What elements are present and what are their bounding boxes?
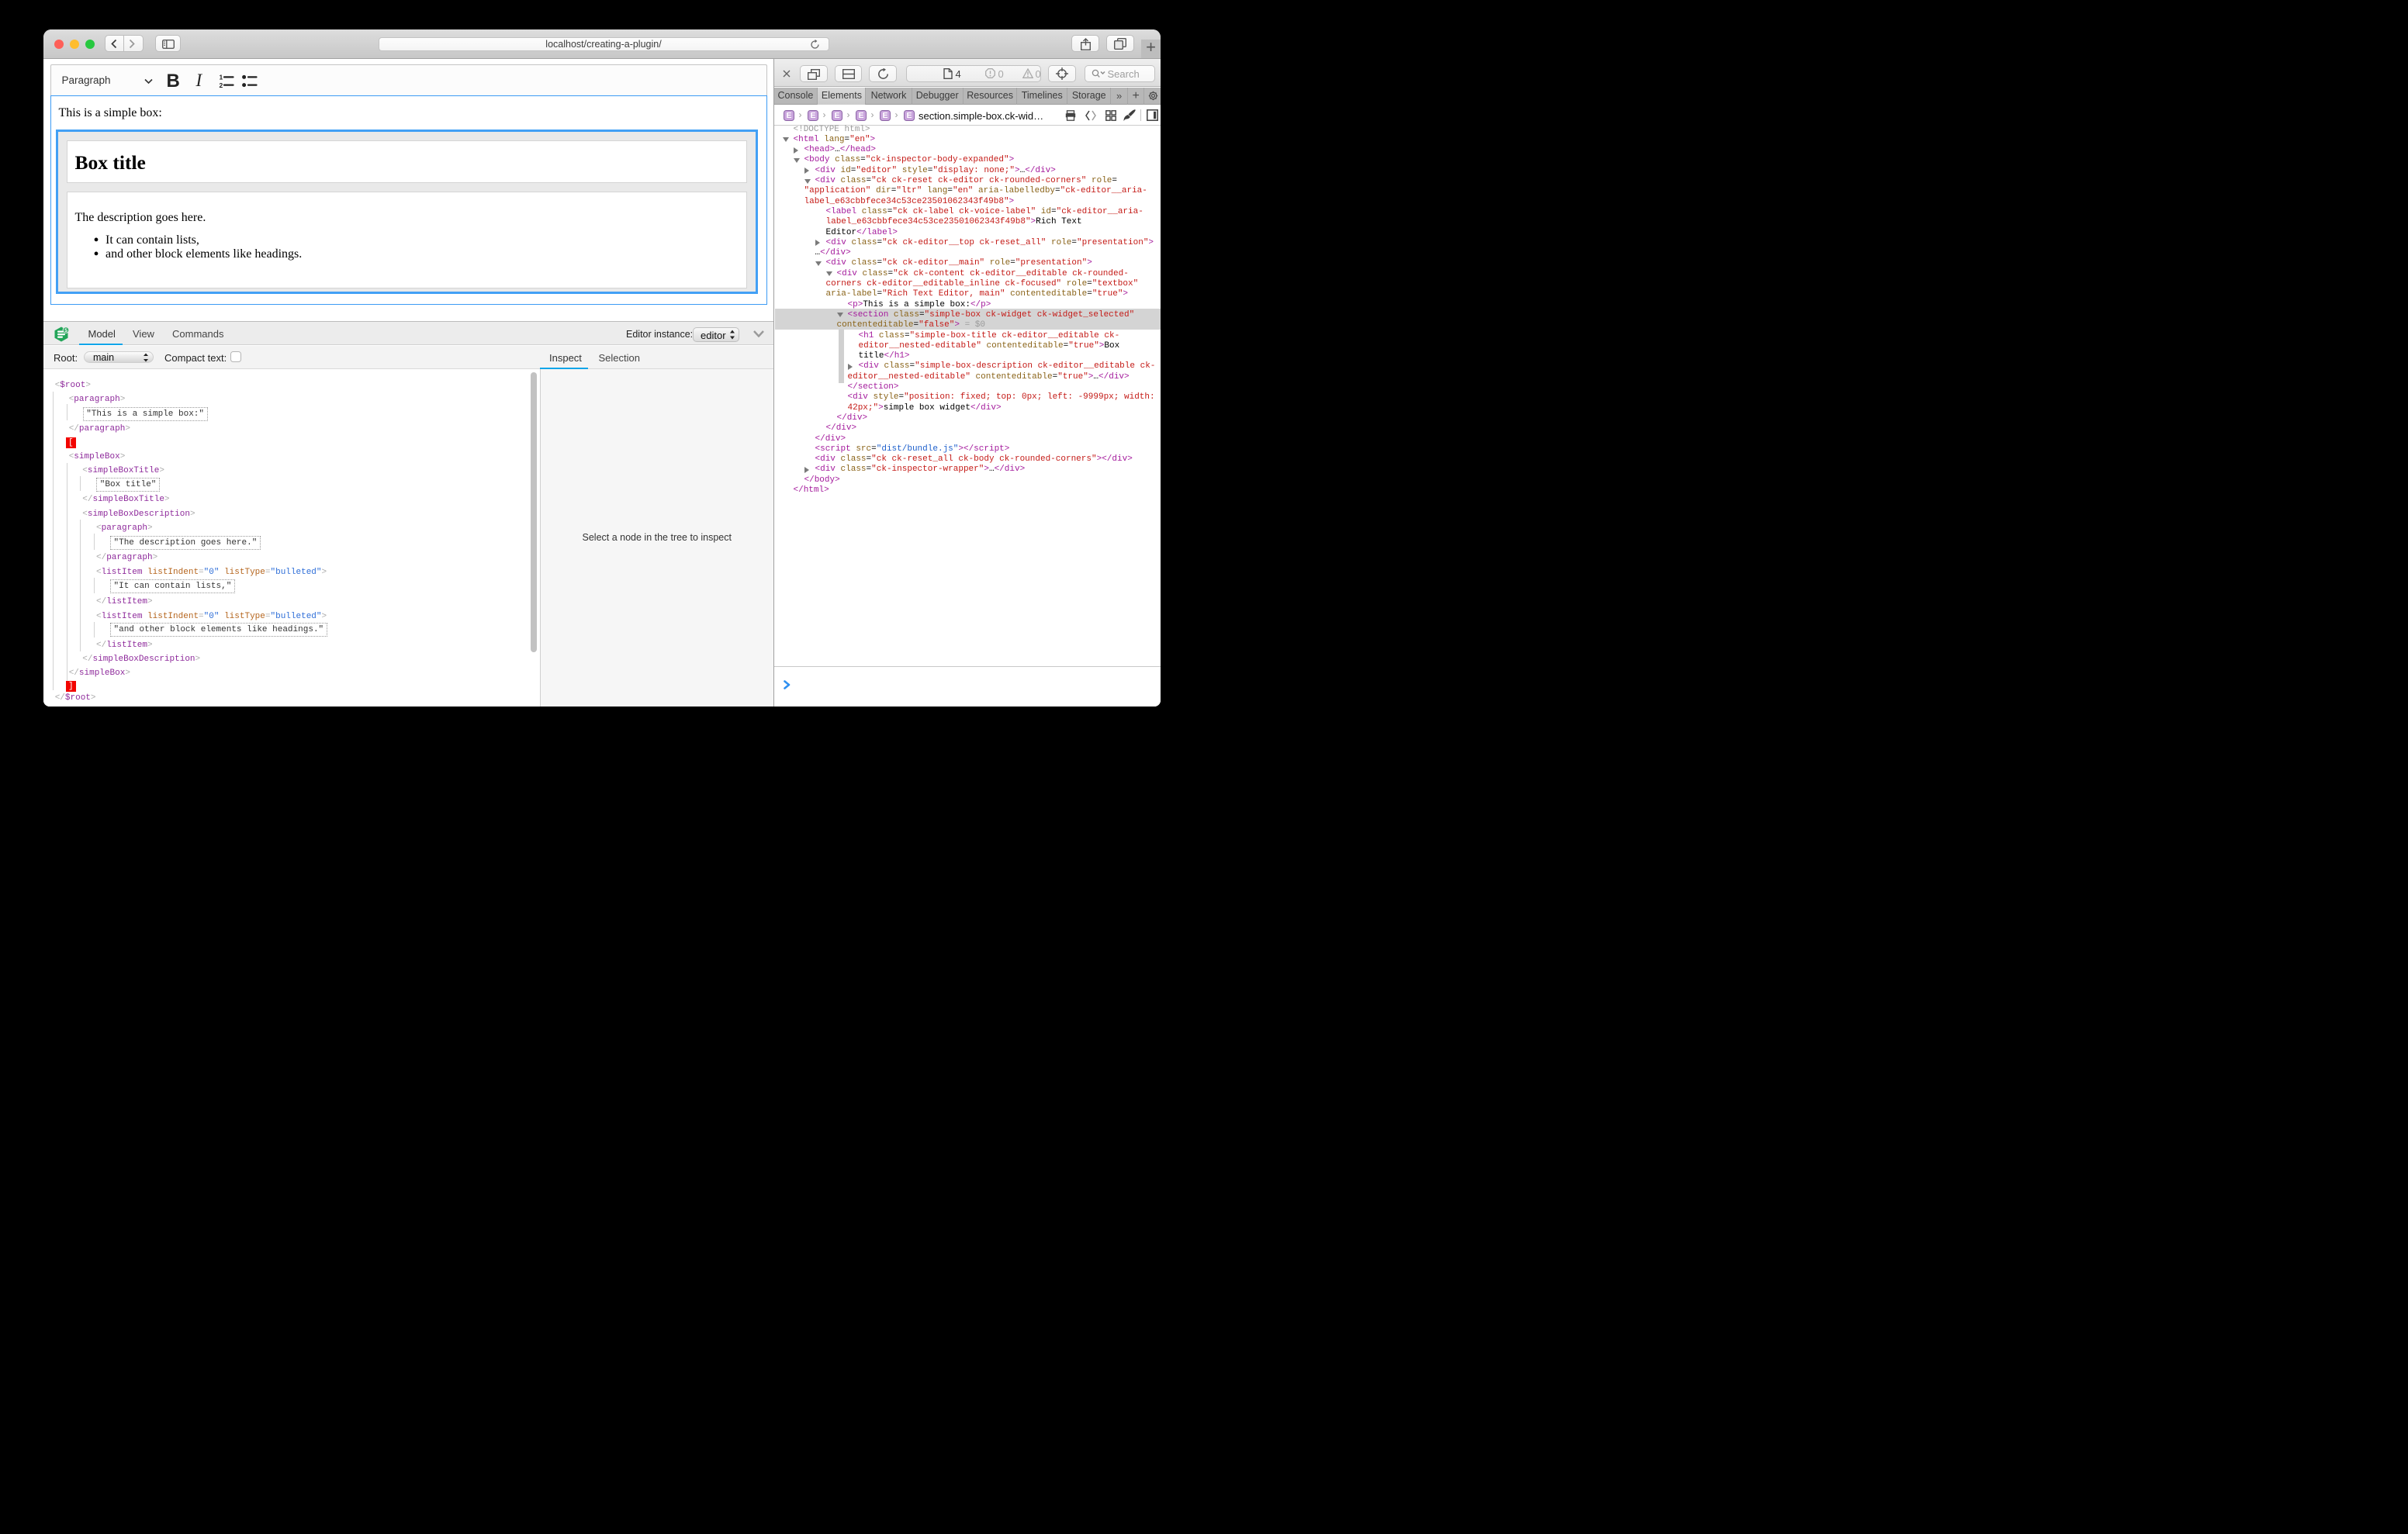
svg-text:2: 2: [219, 81, 223, 88]
svg-text:1: 1: [219, 74, 223, 81]
svg-text:5: 5: [64, 327, 67, 333]
